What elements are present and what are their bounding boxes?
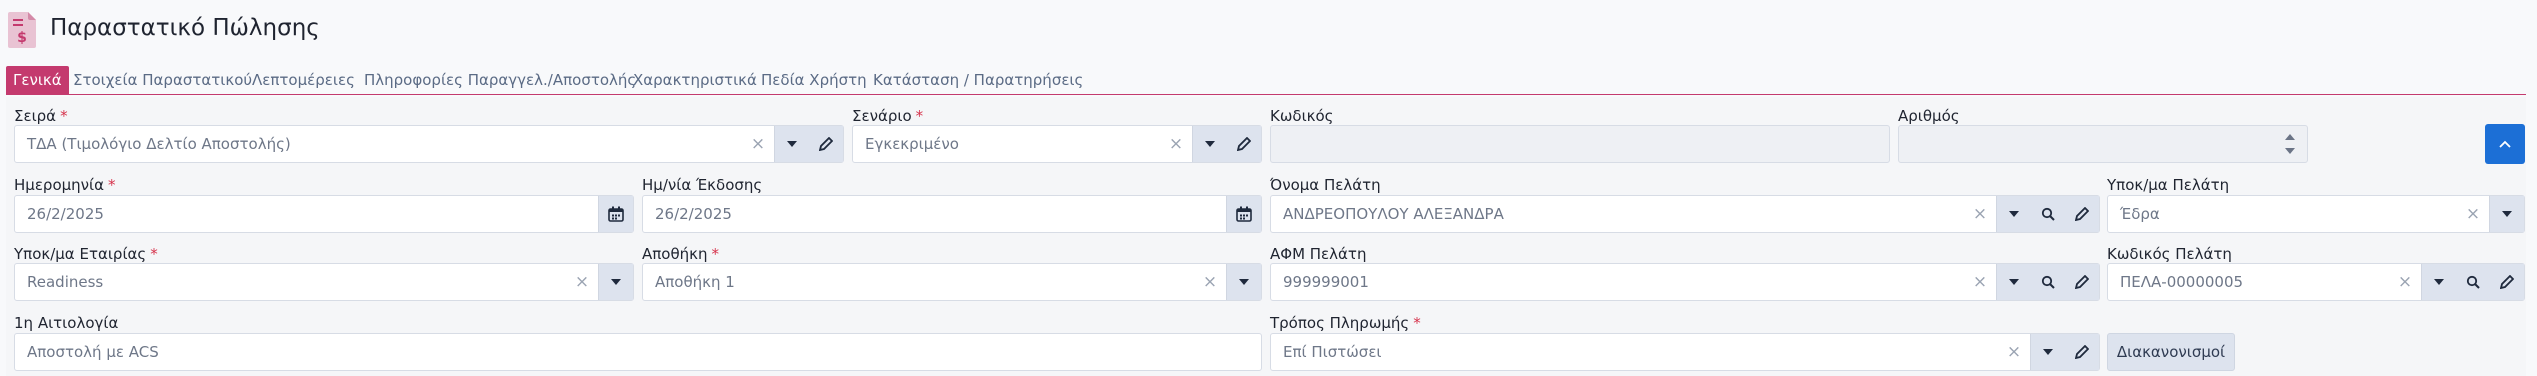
issue-date-value: 26/2/2025	[655, 205, 732, 223]
clear-icon[interactable]: ×	[1166, 126, 1186, 162]
scenario-select[interactable]: Εγκεκριμένο ×	[852, 125, 1262, 163]
tab-details[interactable]: Λεπτομέρειες	[252, 66, 355, 94]
tab-order-shipping-info[interactable]: Πληροφορίες Παραγγελ./Αποστολής	[364, 66, 636, 94]
chevron-down-icon[interactable]	[2490, 196, 2524, 232]
tab-general[interactable]: Γενικά	[6, 66, 69, 94]
edit-pencil-icon[interactable]	[2065, 334, 2099, 370]
settlements-button[interactable]: Διακανονισμοί	[2107, 333, 2235, 371]
edit-pencil-icon[interactable]	[2065, 196, 2099, 232]
spin-down-icon	[2285, 148, 2295, 154]
clear-icon[interactable]: ×	[572, 264, 592, 300]
company-branch-buttons	[598, 264, 633, 300]
reason-label: 1η Αιτιολογία	[14, 314, 119, 332]
customer-name-buttons	[1996, 196, 2099, 232]
reason-value: Αποστολή με ACS	[27, 343, 159, 361]
clear-icon[interactable]: ×	[1970, 196, 1990, 232]
customer-name-select[interactable]: ΑΝΔΡΕΟΠΟΥΛΟΥ ΑΛΕΞΑΝΔΡΑ ×	[1270, 195, 2100, 233]
tab-document-details[interactable]: Στοιχεία Παραστατικού	[73, 66, 252, 94]
customer-code-label: Κωδικός Πελάτη	[2107, 245, 2232, 263]
edit-pencil-icon[interactable]	[1227, 126, 1261, 162]
customer-branch-buttons	[2489, 196, 2524, 232]
chevron-down-icon[interactable]	[1997, 264, 2031, 300]
customer-code-select[interactable]: ΠΕΛΑ-00000005 ×	[2107, 263, 2525, 301]
page-header: $ Παραστατικό Πώλησης	[0, 0, 2537, 62]
payment-method-value: Επί Πιστώσει	[1283, 343, 1382, 361]
code-label: Κωδικός	[1270, 107, 1334, 125]
payment-method-buttons	[2030, 334, 2099, 370]
clear-icon[interactable]: ×	[2004, 334, 2024, 370]
number-input[interactable]	[1898, 125, 2308, 163]
clear-icon[interactable]: ×	[2395, 264, 2415, 300]
warehouse-value: Αποθήκη 1	[655, 273, 735, 291]
scenario-label: Σενάριο *	[852, 107, 924, 125]
date-input[interactable]: 26/2/2025	[14, 195, 634, 233]
series-value: ΤΔΑ (Τιμολόγιο Δελτίο Αποστολής)	[27, 135, 291, 153]
chevron-down-icon[interactable]	[2031, 334, 2065, 370]
payment-method-label: Τρόπος Πληρωμής *	[1270, 314, 1421, 332]
clear-icon[interactable]: ×	[2463, 196, 2483, 232]
issue-date-buttons	[1226, 196, 1261, 232]
customer-code-value: ΠΕΛΑ-00000005	[2120, 273, 2244, 291]
company-branch-value: Readiness	[27, 273, 104, 291]
clear-icon[interactable]: ×	[1200, 264, 1220, 300]
date-label: Ημερομηνία *	[14, 176, 116, 194]
customer-name-label: Όνομα Πελάτη	[1270, 176, 1381, 194]
tab-status-notes[interactable]: Κατάσταση / Παρατηρήσεις	[873, 66, 1083, 94]
page-title: Παραστατικό Πώλησης	[50, 15, 320, 41]
collapse-button[interactable]	[2485, 124, 2525, 164]
series-label: Σειρά *	[14, 107, 68, 125]
number-spinner[interactable]	[2273, 126, 2307, 162]
warehouse-select[interactable]: Αποθήκη 1 ×	[642, 263, 1262, 301]
calendar-icon[interactable]	[599, 196, 633, 232]
chevron-down-icon[interactable]	[775, 126, 809, 162]
search-icon[interactable]	[2031, 264, 2065, 300]
clear-icon[interactable]: ×	[748, 126, 768, 162]
issue-date-label: Ημ/νία Έκδοσης	[642, 176, 763, 194]
chevron-down-icon[interactable]	[1227, 264, 1261, 300]
customer-vat-label: ΑΦΜ Πελάτη	[1270, 245, 1367, 263]
chevron-down-icon[interactable]	[1997, 196, 2031, 232]
issue-date-input[interactable]: 26/2/2025	[642, 195, 1262, 233]
company-branch-select[interactable]: Readiness ×	[14, 263, 634, 301]
chevron-down-icon[interactable]	[2422, 264, 2456, 300]
code-input[interactable]	[1270, 125, 1890, 163]
invoice-document-icon: $	[8, 12, 36, 48]
company-branch-label: Υποκ/μα Εταιρίας *	[14, 245, 158, 263]
series-select[interactable]: ΤΔΑ (Τιμολόγιο Δελτίο Αποστολής) ×	[14, 125, 844, 163]
search-icon[interactable]	[2456, 264, 2490, 300]
spin-up-icon	[2285, 134, 2295, 140]
number-label: Αριθμός	[1898, 107, 1960, 125]
tab-user-fields[interactable]: Πεδία Χρήστη	[761, 66, 867, 94]
customer-code-buttons	[2421, 264, 2524, 300]
customer-vat-buttons	[1996, 264, 2099, 300]
reason-input[interactable]: Αποστολή με ACS	[14, 333, 1262, 371]
payment-method-select[interactable]: Επί Πιστώσει ×	[1270, 333, 2100, 371]
svg-text:$: $	[17, 30, 27, 46]
customer-vat-value: 999999001	[1283, 273, 1369, 291]
tab-underline	[6, 94, 2526, 95]
date-value: 26/2/2025	[27, 205, 104, 223]
edit-pencil-icon[interactable]	[809, 126, 843, 162]
clear-icon[interactable]: ×	[1970, 264, 1990, 300]
edit-pencil-icon[interactable]	[2065, 264, 2099, 300]
chevron-down-icon[interactable]	[599, 264, 633, 300]
scenario-buttons	[1192, 126, 1261, 162]
chevron-up-icon	[2499, 140, 2511, 148]
warehouse-label: Αποθήκη *	[642, 245, 720, 263]
search-icon[interactable]	[2031, 196, 2065, 232]
customer-branch-value: Έδρα	[2120, 205, 2160, 223]
tab-characteristics[interactable]: Χαρακτηριστικά	[633, 66, 757, 94]
warehouse-buttons	[1226, 264, 1261, 300]
chevron-down-icon[interactable]	[1193, 126, 1227, 162]
customer-branch-select[interactable]: Έδρα ×	[2107, 195, 2525, 233]
customer-branch-label: Υποκ/μα Πελάτη	[2107, 176, 2230, 194]
customer-name-value: ΑΝΔΡΕΟΠΟΥΛΟΥ ΑΛΕΞΑΝΔΡΑ	[1283, 205, 1504, 223]
calendar-icon[interactable]	[1227, 196, 1261, 232]
series-buttons	[774, 126, 843, 162]
scenario-value: Εγκεκριμένο	[865, 135, 959, 153]
customer-vat-select[interactable]: 999999001 ×	[1270, 263, 2100, 301]
date-buttons	[598, 196, 633, 232]
edit-pencil-icon[interactable]	[2490, 264, 2524, 300]
